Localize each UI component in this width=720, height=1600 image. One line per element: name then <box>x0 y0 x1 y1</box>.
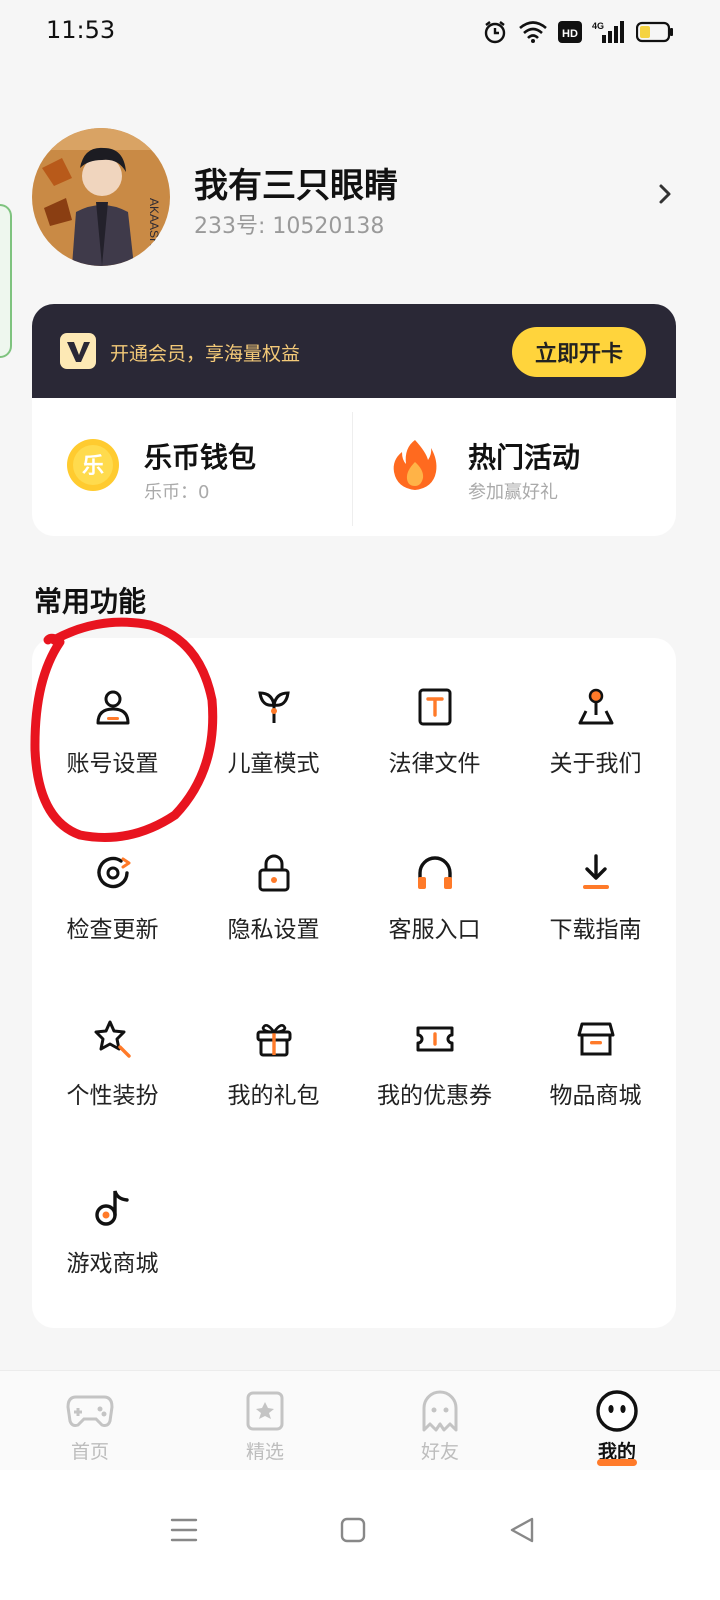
battery-icon <box>636 21 673 43</box>
refresh-icon <box>97 856 131 889</box>
function-label: 关于我们 <box>549 751 642 777</box>
ghost-icon <box>422 1390 458 1432</box>
tab-featured[interactable]: 精选 <box>205 1389 325 1469</box>
function-legal-documents[interactable]: 法律文件 <box>354 686 515 806</box>
system-navigation-bar <box>0 1470 720 1600</box>
menu-nav-button[interactable] <box>162 1508 206 1552</box>
function-label: 个性装扮 <box>66 1083 159 1109</box>
open-vip-button[interactable]: 立即开卡 <box>512 327 646 377</box>
function-label: 下载指南 <box>549 917 642 943</box>
floating-side-tab[interactable] <box>0 204 12 358</box>
function-label: 法律文件 <box>388 751 481 777</box>
function-label: 隐私设置 <box>227 917 320 943</box>
profile-header[interactable]: AKAASHI 我有三只眼睛 233号: 10520138 <box>32 128 688 268</box>
function-download-guide[interactable]: 下载指南 <box>515 852 676 972</box>
function-game-store[interactable]: 游戏商城 <box>32 1186 193 1306</box>
function-label: 我的优惠券 <box>377 1083 492 1109</box>
functions-card: 账号设置 儿童模式 法律文件 关于我们 检查更新 隐私设置 客服入口 下载指南 … <box>32 638 676 1328</box>
function-account-settings[interactable]: 账号设置 <box>32 686 193 806</box>
function-about-us[interactable]: 关于我们 <box>515 686 676 806</box>
gift-icon <box>256 1023 292 1057</box>
divider <box>352 412 353 526</box>
back-triangle-icon <box>510 1517 534 1543</box>
active-tab-indicator <box>597 1459 637 1466</box>
chevron-right-icon[interactable] <box>656 180 676 208</box>
vip-promo-text: 开通会员，享海量权益 <box>110 343 301 365</box>
alarm-icon <box>484 21 506 44</box>
menu-icon <box>170 1518 198 1542</box>
function-label: 儿童模式 <box>227 751 320 777</box>
activity-subtitle: 参加赢好礼 <box>468 482 558 503</box>
sprout-icon <box>258 691 290 723</box>
gamepad-icon <box>66 1395 114 1427</box>
download-icon <box>583 854 609 889</box>
flame-icon <box>393 440 437 490</box>
avatar-text: AKAASHI <box>147 198 161 250</box>
face-icon <box>596 1390 638 1432</box>
nickname: 我有三只眼睛 <box>194 166 398 206</box>
tab-mine[interactable]: 我的 <box>557 1389 677 1469</box>
function-label: 游戏商城 <box>66 1251 159 1277</box>
coin-icon: 乐 <box>67 439 119 491</box>
back-nav-button[interactable] <box>500 1508 544 1552</box>
signal-icon: 4G <box>592 21 624 43</box>
function-check-update[interactable]: 检查更新 <box>32 852 193 972</box>
tab-label: 首页 <box>70 1441 109 1463</box>
person-icon <box>96 690 130 725</box>
tab-friends[interactable]: 好友 <box>380 1389 500 1469</box>
wifi-icon <box>519 21 547 43</box>
vip-banner[interactable]: 开通会员，享海量权益 立即开卡 <box>32 304 676 398</box>
function-my-gifts[interactable]: 我的礼包 <box>193 1018 354 1138</box>
function-label: 我的礼包 <box>227 1083 320 1109</box>
function-privacy-settings[interactable]: 隐私设置 <box>193 852 354 972</box>
function-customer-service[interactable]: 客服入口 <box>354 852 515 972</box>
tab-label: 好友 <box>420 1441 459 1463</box>
map-pin-icon <box>578 688 614 725</box>
tab-home[interactable]: 首页 <box>30 1389 150 1469</box>
section-title: 常用功能 <box>34 585 147 618</box>
bottom-tab-bar: 首页 精选 好友 我的 <box>0 1370 720 1470</box>
hot-activity-entry[interactable]: 热门活动 参加赢好礼 <box>354 398 676 536</box>
function-label: 检查更新 <box>66 917 159 943</box>
wallet-title: 乐币钱包 <box>144 441 257 474</box>
star-wand-icon <box>94 1020 131 1058</box>
status-bar: 11:53 HD 4G <box>0 0 720 64</box>
activity-title: 热门活动 <box>468 441 581 474</box>
function-kids-mode[interactable]: 儿童模式 <box>193 686 354 806</box>
home-nav-button[interactable] <box>331 1508 375 1552</box>
lock-icon <box>258 854 290 892</box>
status-time: 11:53 <box>46 16 116 44</box>
star-badge-icon <box>246 1391 284 1431</box>
coin-glyph: 乐 <box>82 454 104 479</box>
function-label: 客服入口 <box>388 917 481 943</box>
function-my-coupons[interactable]: 我的优惠券 <box>354 1018 515 1138</box>
hd-icon: HD <box>558 21 582 43</box>
document-icon <box>418 688 452 726</box>
square-home-icon <box>340 1517 366 1543</box>
status-icons: HD 4G <box>482 16 674 48</box>
function-item-store[interactable]: 物品商城 <box>515 1018 676 1138</box>
music-note-icon <box>95 1190 129 1226</box>
vip-logo-icon <box>60 333 96 369</box>
tab-label: 精选 <box>245 1441 284 1463</box>
ticket-icon <box>416 1026 454 1052</box>
headset-icon <box>418 856 452 889</box>
user-id: 233号: 10520138 <box>194 214 385 239</box>
hd-badge-text: HD <box>562 28 578 40</box>
function-label: 物品商城 <box>549 1083 642 1109</box>
avatar[interactable]: AKAASHI <box>32 128 170 266</box>
store-icon <box>577 1022 615 1056</box>
network-label: 4G <box>592 21 604 31</box>
vip-card: 开通会员，享海量权益 立即开卡 乐 乐币钱包 乐币：0 热门活动 参加赢好礼 <box>32 304 676 536</box>
function-personalize[interactable]: 个性装扮 <box>32 1018 193 1138</box>
wallet-balance: 乐币：0 <box>144 482 210 503</box>
coin-wallet-entry[interactable]: 乐 乐币钱包 乐币：0 <box>32 398 354 536</box>
function-label: 账号设置 <box>66 751 159 777</box>
